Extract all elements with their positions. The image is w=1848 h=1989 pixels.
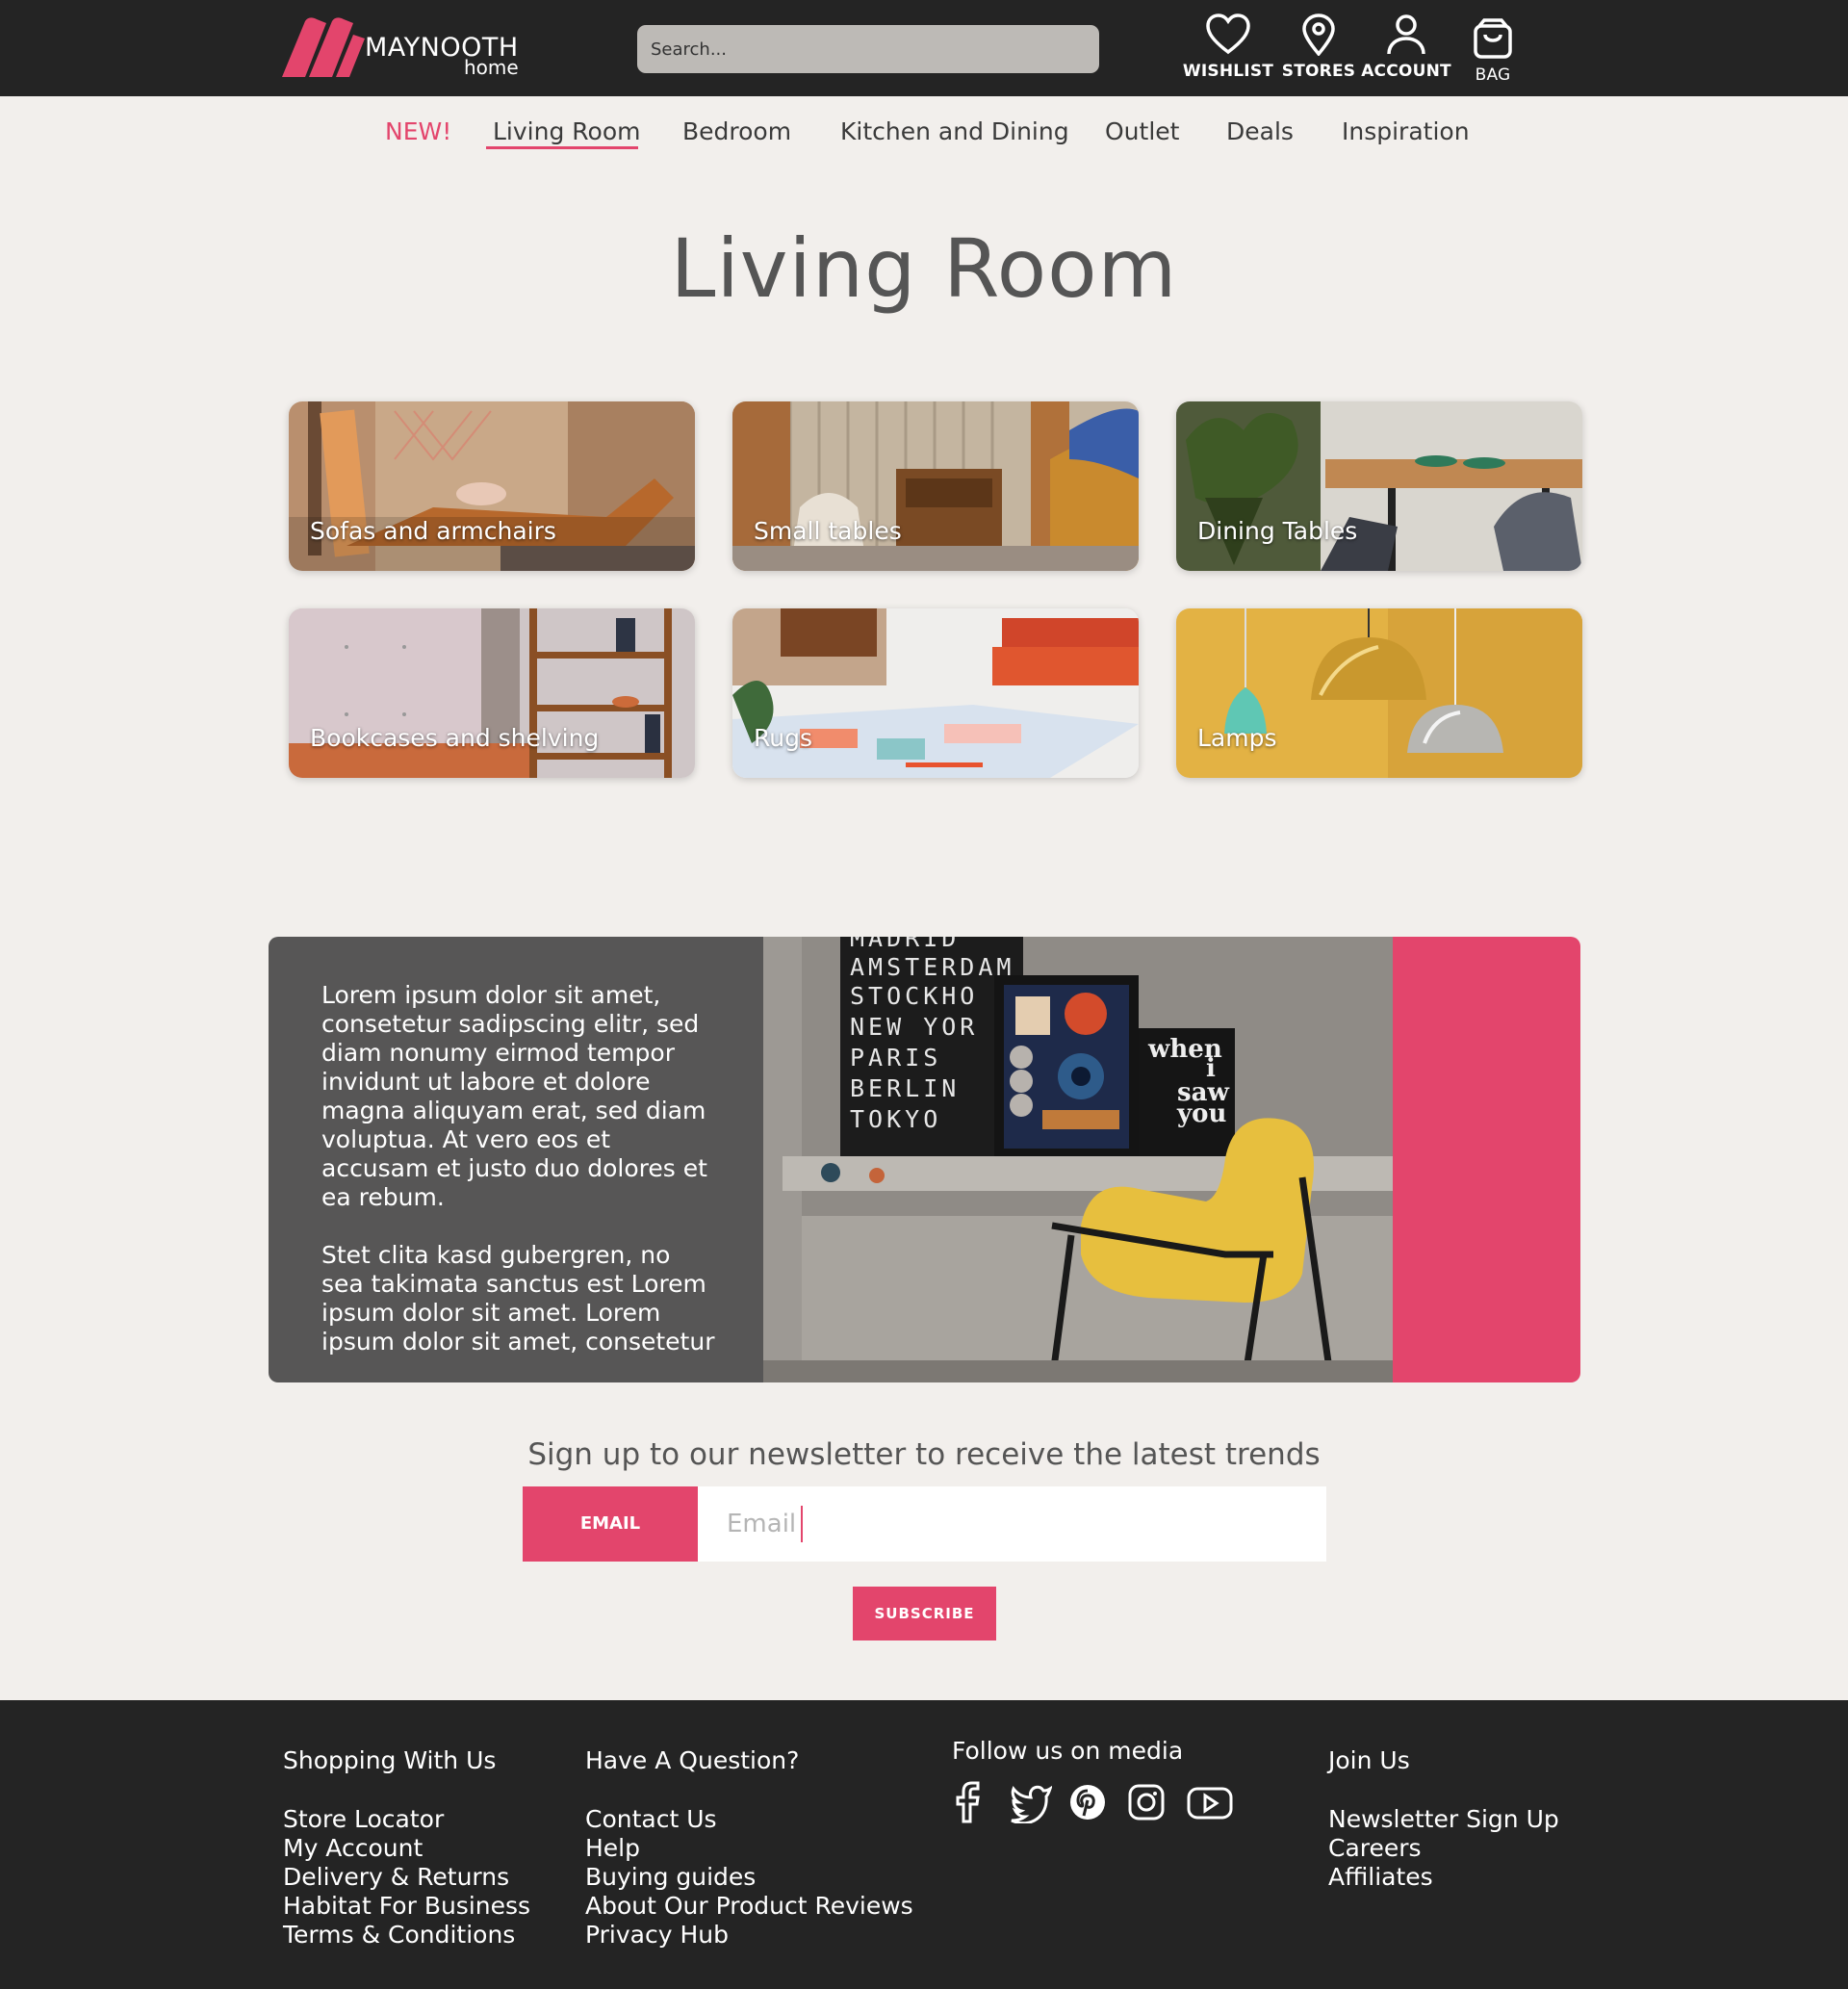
nav-item-bedroom[interactable]: Bedroom — [682, 117, 791, 145]
category-card-sofas[interactable]: Sofas and armchairs — [289, 401, 695, 571]
footer-link-privacy[interactable]: Privacy Hub — [585, 1921, 913, 1950]
pinterest-icon[interactable] — [1068, 1781, 1118, 1823]
footer-link-business[interactable]: Habitat For Business — [283, 1892, 530, 1921]
poster-city: NEW YOR — [850, 1013, 978, 1041]
facebook-icon[interactable] — [951, 1781, 1001, 1823]
text-caret — [801, 1506, 803, 1542]
social-links — [951, 1781, 1240, 1825]
footer-link-newsletter[interactable]: Newsletter Sign Up — [1328, 1805, 1559, 1834]
twitter-icon[interactable] — [1010, 1781, 1060, 1825]
site-footer: Shopping With Us Store Locator My Accoun… — [0, 1700, 1848, 1989]
category-label: Sofas and armchairs — [310, 517, 556, 545]
category-card-rugs[interactable]: Rugs — [732, 608, 1139, 778]
poster-city: TOKYO — [850, 1105, 941, 1133]
page-title: Living Room — [670, 221, 1178, 316]
nav-item-deals[interactable]: Deals — [1226, 117, 1294, 145]
youtube-icon[interactable] — [1186, 1781, 1236, 1823]
main-nav: NEW! Living Room Bedroom Kitchen and Din… — [0, 96, 1848, 168]
nav-item-living-room[interactable]: Living Room — [493, 117, 640, 145]
footer-link-reviews[interactable]: About Our Product Reviews — [585, 1892, 913, 1921]
newsletter-email-label: EMAIL — [523, 1486, 698, 1562]
poster-city: AMSTERDAM — [850, 953, 1014, 981]
dining-tables-image — [1176, 401, 1582, 571]
category-card-lamps[interactable]: Lamps — [1176, 608, 1582, 778]
footer-heading: Have A Question? — [585, 1746, 800, 1774]
bookcases-image — [289, 608, 695, 778]
rugs-image — [732, 608, 1139, 778]
footer-link-affiliates[interactable]: Affiliates — [1328, 1863, 1559, 1892]
nav-item-new[interactable]: NEW! — [385, 117, 451, 145]
footer-link-store-locator[interactable]: Store Locator — [283, 1805, 530, 1834]
promo-image: MADRID AMSTERDAM STOCKHO NEW YOR PARIS B… — [763, 937, 1393, 1382]
category-label: Rugs — [754, 724, 812, 752]
category-label: Bookcases and shelving — [310, 724, 600, 752]
footer-heading: Follow us on media — [952, 1737, 1184, 1765]
category-label: Dining Tables — [1197, 517, 1358, 545]
shopping-bag-icon — [1474, 18, 1512, 59]
footer-col-shopping: Shopping With Us Store Locator My Accoun… — [283, 1746, 530, 1950]
logo-mark-icon — [282, 17, 365, 77]
nav-item-kitchen-and-dining[interactable]: Kitchen and Dining — [840, 117, 1069, 145]
category-card-bookcases[interactable]: Bookcases and shelving — [289, 608, 695, 778]
small-tables-image — [732, 401, 1139, 571]
poster-city: BERLIN — [850, 1074, 960, 1102]
bag-label: BAG — [1475, 65, 1511, 85]
footer-col-join: Join Us Newsletter Sign Up Careers Affil… — [1328, 1746, 1559, 1892]
footer-heading: Shopping With Us — [283, 1746, 497, 1774]
subscribe-button[interactable]: SUBSCRIBE — [853, 1587, 996, 1640]
category-card-dining-tables[interactable]: Dining Tables — [1176, 401, 1582, 571]
user-icon — [1387, 14, 1425, 55]
map-pin-icon — [1302, 13, 1335, 56]
category-label: Small tables — [754, 517, 902, 545]
footer-link-careers[interactable]: Careers — [1328, 1834, 1559, 1863]
poster-city: MADRID — [850, 937, 960, 952]
footer-link-help[interactable]: Help — [585, 1834, 913, 1863]
nav-active-underline — [486, 146, 638, 149]
poster-word: you — [1176, 1099, 1226, 1128]
top-header: MAYNOOTH home WISHLIST STORES ACCOUNT BA… — [0, 0, 1848, 96]
promo-paragraph: Stet clita kasd gubergren, no sea takima… — [321, 1241, 715, 1356]
poster-city: STOCKHO — [850, 982, 978, 1010]
poster-city: PARIS — [850, 1044, 941, 1072]
newsletter-email-input[interactable] — [698, 1486, 1326, 1562]
category-card-small-tables[interactable]: Small tables — [732, 401, 1139, 571]
bag-button[interactable]: BAG — [1440, 17, 1546, 94]
instagram-icon[interactable] — [1127, 1781, 1177, 1823]
category-label: Lamps — [1197, 724, 1277, 752]
footer-heading: Join Us — [1328, 1746, 1410, 1774]
brand-sub: home — [464, 56, 519, 79]
promo-text-panel: Lorem ipsum dolor sit amet, consetetur s… — [269, 937, 763, 1382]
promo-banner: Lorem ipsum dolor sit amet, consetetur s… — [269, 937, 1580, 1382]
newsletter-title: Sign up to our newsletter to receive the… — [527, 1437, 1321, 1472]
footer-col-question: Have A Question? Contact Us Help Buying … — [585, 1746, 913, 1950]
promo-accent-block — [1393, 937, 1580, 1382]
footer-link-my-account[interactable]: My Account — [283, 1834, 530, 1863]
search-input[interactable] — [637, 25, 1099, 73]
footer-link-delivery[interactable]: Delivery & Returns — [283, 1863, 530, 1892]
nav-item-inspiration[interactable]: Inspiration — [1342, 117, 1470, 145]
lamps-image — [1176, 608, 1582, 778]
heart-icon — [1206, 13, 1250, 55]
promo-paragraph: Lorem ipsum dolor sit amet, consetetur s… — [321, 981, 707, 1211]
footer-link-buying-guides[interactable]: Buying guides — [585, 1863, 913, 1892]
footer-link-contact[interactable]: Contact Us — [585, 1805, 913, 1834]
brand-logo[interactable]: MAYNOOTH home — [276, 17, 526, 79]
footer-link-terms[interactable]: Terms & Conditions — [283, 1921, 530, 1950]
nav-item-outlet[interactable]: Outlet — [1105, 117, 1179, 145]
sofas-image — [289, 401, 695, 571]
